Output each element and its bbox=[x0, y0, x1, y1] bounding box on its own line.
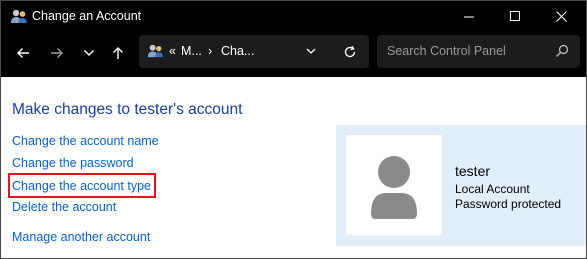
arrow-left-icon bbox=[17, 48, 29, 58]
up-button[interactable] bbox=[106, 41, 130, 65]
delete-account-link[interactable]: Delete the account bbox=[12, 200, 116, 214]
change-password-link[interactable]: Change the password bbox=[12, 156, 134, 170]
minimize-icon bbox=[463, 16, 474, 18]
window-title: Change an Account bbox=[32, 9, 142, 23]
recent-locations-button[interactable] bbox=[77, 41, 101, 65]
address-bar[interactable]: « M... › Cha... bbox=[139, 35, 369, 68]
search-placeholder: Search Control Panel bbox=[387, 44, 506, 58]
content-area: Make changes to tester's account Change … bbox=[1, 77, 586, 258]
search-input[interactable]: Search Control Panel bbox=[377, 35, 580, 68]
users-icon bbox=[147, 44, 163, 58]
close-button[interactable] bbox=[538, 1, 584, 32]
search-icon bbox=[556, 44, 569, 57]
page-heading: Make changes to tester's account bbox=[12, 101, 243, 118]
highlight-box bbox=[8, 173, 156, 198]
refresh-icon bbox=[344, 45, 356, 58]
breadcrumb-item-1[interactable]: M... bbox=[181, 44, 202, 58]
manage-another-account-link[interactable]: Manage another account bbox=[12, 230, 150, 244]
avatar bbox=[346, 135, 442, 235]
password-status: Password protected bbox=[455, 197, 562, 211]
chevron-down-icon bbox=[84, 50, 94, 56]
change-account-window: Change an Account « M... › Cha... Search… bbox=[0, 0, 587, 259]
refresh-button[interactable] bbox=[338, 41, 362, 63]
maximize-button[interactable] bbox=[492, 1, 538, 32]
account-kind: Local Account bbox=[455, 182, 530, 196]
minimize-button[interactable] bbox=[446, 1, 492, 32]
user-info-panel: tester Local Account Password protected bbox=[336, 125, 586, 246]
address-overflow-marker[interactable]: « bbox=[169, 44, 176, 58]
arrow-right-icon bbox=[51, 48, 63, 58]
change-account-name-link[interactable]: Change the account name bbox=[12, 134, 159, 148]
back-button[interactable] bbox=[11, 41, 35, 65]
chevron-down-icon[interactable] bbox=[305, 45, 317, 57]
breadcrumb-separator[interactable]: › bbox=[208, 44, 212, 58]
breadcrumb-item-2[interactable]: Cha... bbox=[221, 44, 254, 58]
close-icon bbox=[555, 11, 567, 22]
user-avatar-icon bbox=[371, 156, 417, 219]
arrow-up-icon bbox=[113, 47, 123, 59]
maximize-icon bbox=[509, 11, 520, 21]
title-bar: Change an Account bbox=[1, 1, 586, 32]
forward-button[interactable] bbox=[45, 41, 69, 65]
user-name: tester bbox=[455, 163, 491, 179]
users-icon bbox=[11, 9, 27, 23]
